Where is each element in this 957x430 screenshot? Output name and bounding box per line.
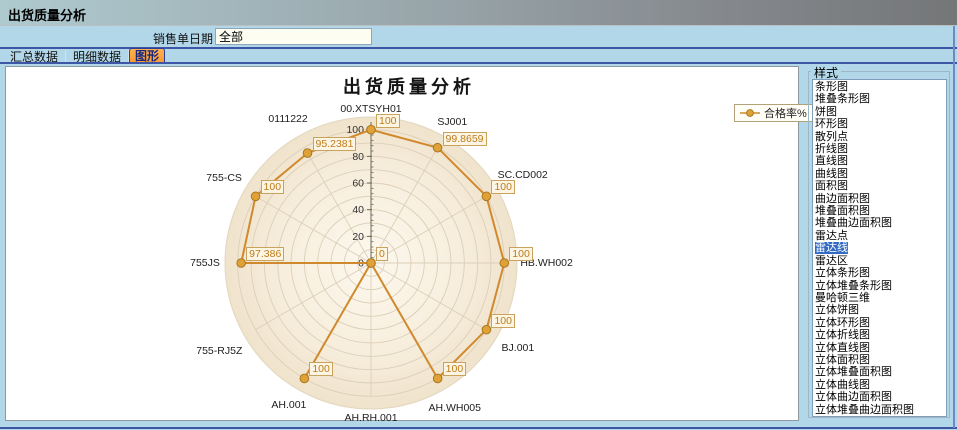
style-option[interactable]: 立体面积图 — [813, 354, 946, 366]
legend[interactable]: 合格率% — [734, 104, 814, 122]
category-label: 00.XTSYH01 — [340, 103, 401, 115]
chart-title: 出货质量分析 — [343, 73, 475, 99]
category-label: BJ.001 — [502, 342, 535, 354]
style-option[interactable]: 直线图 — [813, 155, 946, 167]
style-option[interactable]: 曼哈顿三维 — [813, 292, 946, 304]
svg-text:20: 20 — [352, 231, 364, 243]
value-label: 100 — [491, 314, 515, 328]
value-label: 100 — [491, 180, 515, 194]
style-option[interactable]: 立体堆叠条形图 — [813, 280, 946, 292]
window-title: 出货质量分析 — [0, 0, 86, 24]
value-label: 99.8659 — [443, 132, 487, 146]
style-option[interactable]: 堆叠面积图 — [813, 205, 946, 217]
style-option[interactable]: 雷达点 — [813, 230, 946, 242]
style-option[interactable]: 环形图 — [813, 118, 946, 130]
value-label: 95.2381 — [313, 137, 357, 151]
style-option[interactable]: 立体曲边面积图 — [813, 391, 946, 403]
radar-chart: 0 20 40 60 80 100 — [6, 67, 798, 420]
style-option[interactable]: 条形图 — [813, 81, 946, 93]
category-label: SJ001 — [437, 116, 467, 128]
legend-marker-icon — [739, 108, 761, 118]
style-option[interactable]: 立体折线图 — [813, 329, 946, 341]
style-option[interactable]: 饼图 — [813, 106, 946, 118]
value-label: 97.386 — [246, 247, 284, 261]
value-label: 100 — [309, 362, 333, 376]
svg-text:40: 40 — [352, 204, 364, 216]
value-label: 100 — [509, 247, 533, 261]
style-option[interactable]: 雷达线 — [813, 242, 946, 254]
category-label: AH.001 — [271, 399, 306, 411]
style-option[interactable]: 立体堆叠曲边面积图 — [813, 404, 946, 416]
chart-panel: 020406080100 出货质量分析 合格率% 00.XTSYH01100SJ… — [5, 66, 799, 421]
svg-text:100: 100 — [346, 124, 364, 136]
style-option[interactable]: 立体环形图 — [813, 317, 946, 329]
category-label: 0111222 — [268, 113, 307, 125]
style-option[interactable]: 散列点 — [813, 131, 946, 143]
style-option[interactable]: 曲边面积图 — [813, 193, 946, 205]
style-option[interactable]: 立体直线图 — [813, 342, 946, 354]
title-bar: 出货质量分析 — [0, 0, 957, 26]
category-label: AH.WH005 — [428, 402, 481, 414]
style-option[interactable]: 立体条形图 — [813, 267, 946, 279]
style-option[interactable]: 雷达区 — [813, 255, 946, 267]
style-option[interactable]: 立体饼图 — [813, 304, 946, 316]
style-option[interactable]: 折线图 — [813, 143, 946, 155]
value-label: 0 — [376, 247, 388, 261]
legend-label: 合格率% — [764, 105, 807, 121]
svg-text:60: 60 — [352, 178, 364, 190]
date-filter-label: 销售单日期 — [153, 30, 213, 47]
value-label: 100 — [443, 362, 467, 376]
style-option[interactable]: 立体曲线图 — [813, 379, 946, 391]
style-option[interactable]: 堆叠曲边面积图 — [813, 217, 946, 229]
value-label: 100 — [261, 180, 285, 194]
filter-row: 销售单日期 — [0, 26, 957, 47]
category-label: AH.RH.001 — [344, 412, 397, 424]
bottom-border-line — [0, 427, 957, 429]
right-border-line — [953, 26, 955, 428]
style-option[interactable]: 曲线图 — [813, 168, 946, 180]
svg-text:80: 80 — [352, 151, 364, 163]
category-label: 755-CS — [206, 172, 242, 184]
value-label: 100 — [376, 114, 400, 128]
date-filter-input[interactable] — [215, 28, 372, 45]
category-label: 755-RJ5Z — [196, 345, 242, 357]
style-option[interactable]: 立体堆叠面积图 — [813, 366, 946, 378]
category-label: 755JS — [190, 257, 220, 269]
style-option[interactable]: 面积图 — [813, 180, 946, 192]
style-listbox[interactable]: 条形图堆叠条形图饼图环形图散列点折线图直线图曲线图面积图曲边面积图堆叠面积图堆叠… — [812, 79, 947, 417]
style-option[interactable]: 堆叠条形图 — [813, 93, 946, 105]
